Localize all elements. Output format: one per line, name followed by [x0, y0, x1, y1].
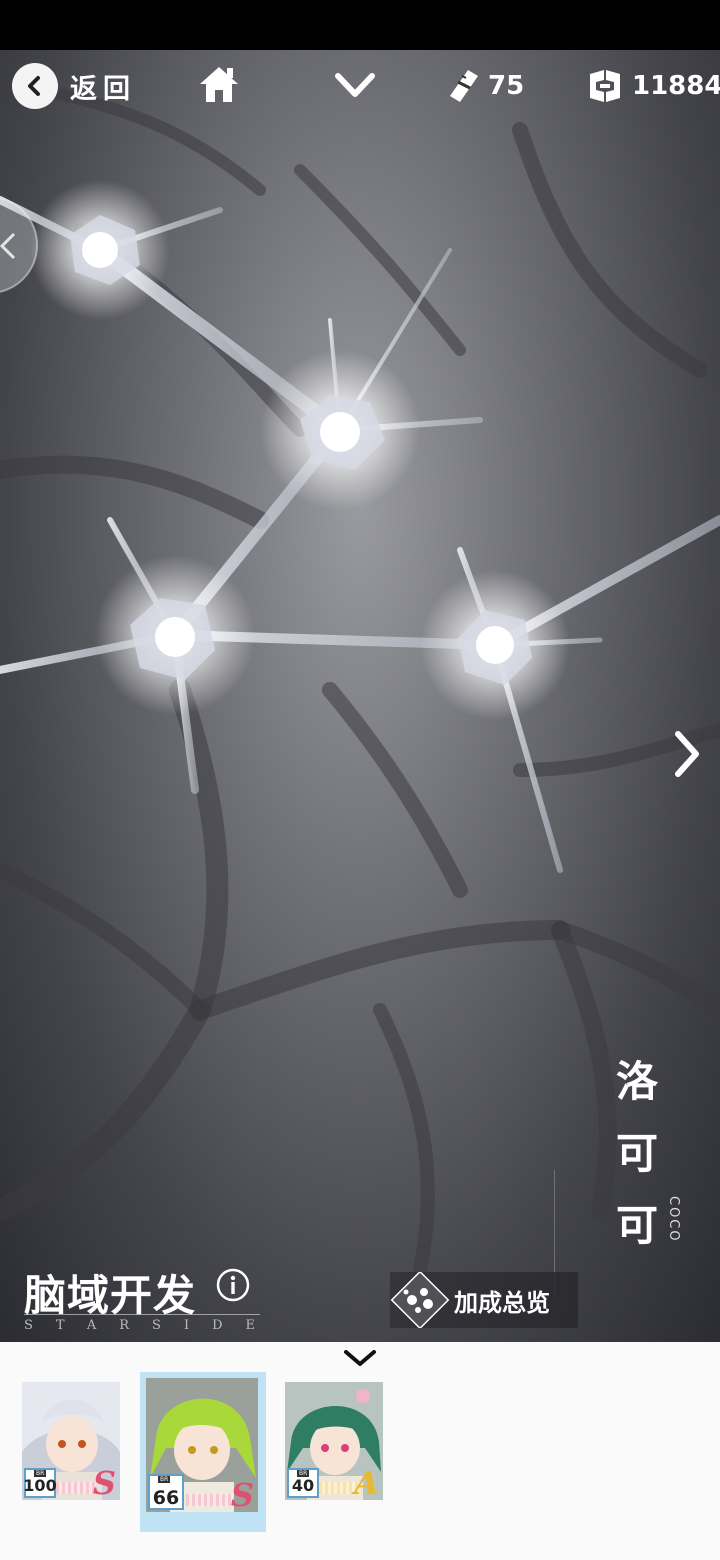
rank-letter: S — [230, 1476, 254, 1512]
level-tag: BR — [158, 1476, 171, 1483]
stamina-counter[interactable]: 75 — [448, 64, 524, 108]
currency-value: 11884 — [632, 71, 720, 101]
character-card-selected[interactable]: BR 66 S — [146, 1378, 258, 1512]
rank-letter: A — [354, 1464, 379, 1500]
stamina-icon — [450, 70, 478, 102]
level-badge: BR 40 — [287, 1468, 319, 1498]
chevron-right-icon — [675, 731, 699, 777]
rank-strip — [186, 1494, 232, 1506]
bonus-overview-label: 加成总览 — [454, 1288, 550, 1317]
menu-dropdown-button[interactable] — [332, 68, 378, 104]
home-button[interactable] — [196, 62, 242, 108]
level-badge: BR 66 — [148, 1474, 184, 1510]
character-name: 洛可可 — [615, 1057, 658, 1250]
chevron-down-icon — [344, 1350, 376, 1366]
feature-title-block: 脑域开发 STARSIDE — [24, 1258, 264, 1340]
page-subtitle: STARSIDE — [24, 1318, 278, 1333]
home-icon — [200, 67, 238, 102]
network-nodes-icon — [390, 1272, 450, 1328]
level-tag: BR — [34, 1470, 47, 1477]
info-icon[interactable] — [216, 1268, 250, 1302]
rank-strip — [319, 1482, 359, 1494]
back-button[interactable]: 返回 — [12, 63, 136, 109]
bonus-overview-button[interactable]: 加成总览 — [390, 1272, 578, 1328]
character-romanized-name: COCO — [666, 1196, 681, 1243]
chevron-left-icon — [0, 232, 16, 260]
stamina-value: 75 — [488, 71, 525, 101]
back-label: 返回 — [70, 73, 136, 105]
chevron-down-icon — [335, 73, 375, 97]
level-value: 40 — [291, 1476, 315, 1495]
level-badge: BR 100 — [23, 1468, 57, 1498]
level-value: 66 — [152, 1487, 180, 1509]
collapse-roster-button[interactable] — [340, 1344, 380, 1372]
character-card[interactable]: BR 40 A — [285, 1382, 383, 1500]
currency-icon — [590, 70, 620, 102]
rank-letter: S — [92, 1464, 116, 1500]
level-tag: BR — [297, 1470, 310, 1477]
next-character-button[interactable] — [668, 724, 708, 784]
currency-counter[interactable]: 11884 — [586, 64, 720, 108]
title-underline — [24, 1314, 260, 1315]
status-bar — [0, 0, 720, 50]
top-bar: 返回 75 11884 — [0, 50, 720, 120]
back-arrow-icon — [12, 63, 58, 109]
rank-strip — [56, 1482, 96, 1494]
character-roster-panel: BR 100 S BR 66 S BR 40 A — [0, 1342, 720, 1560]
character-card[interactable]: BR 100 S — [22, 1382, 120, 1500]
previous-node-tab[interactable] — [0, 196, 38, 294]
character-name-panel: 洛可可 COCO — [554, 1040, 700, 1296]
level-value: 100 — [23, 1476, 57, 1495]
